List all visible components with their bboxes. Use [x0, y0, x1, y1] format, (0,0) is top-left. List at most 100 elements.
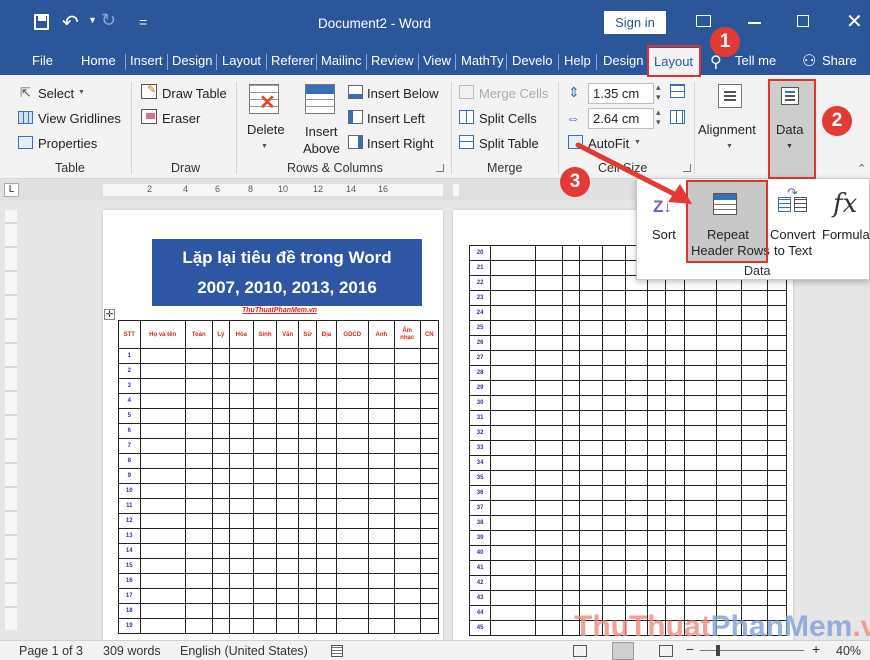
table-cell[interactable] — [683, 410, 717, 426]
table-cell[interactable] — [715, 590, 743, 606]
row-number-cell[interactable]: 21 — [468, 260, 492, 276]
table-cell[interactable] — [252, 393, 278, 409]
table-cell[interactable] — [139, 498, 186, 514]
table-header-cell[interactable]: Sinh — [252, 320, 278, 349]
table-cell[interactable] — [139, 468, 186, 484]
table-cell[interactable] — [664, 290, 685, 306]
table-cell[interactable] — [139, 558, 186, 574]
merge-cells-button[interactable]: Merge Cells — [479, 86, 548, 102]
table-cell[interactable] — [297, 528, 318, 544]
row-number-cell[interactable]: 20 — [468, 245, 492, 261]
table-cell[interactable] — [393, 558, 421, 574]
table-cell[interactable] — [184, 453, 213, 469]
undo-icon[interactable]: ↶ — [62, 10, 79, 35]
table-cell[interactable] — [664, 560, 685, 576]
zoom-level[interactable]: 40% — [836, 644, 861, 658]
table-cell[interactable] — [683, 365, 717, 381]
table-cell[interactable] — [741, 455, 768, 471]
table-cell[interactable] — [252, 573, 278, 589]
table-cell[interactable] — [228, 453, 254, 469]
table-cell[interactable] — [741, 425, 768, 441]
student-table-page-1[interactable]: STT Họ và tên Toán Lý Hóa Sinh Văn Sử Địa GDCD Anh… — [118, 320, 440, 634]
tab-mathtype[interactable]: MathTy — [461, 47, 504, 75]
table-cell[interactable] — [561, 590, 580, 606]
table-cell[interactable] — [646, 590, 666, 606]
table-cell[interactable] — [578, 485, 603, 501]
table-cell[interactable] — [252, 603, 278, 619]
row-number-cell[interactable]: 39 — [468, 530, 492, 546]
table-cell[interactable] — [297, 378, 318, 394]
table-cell[interactable] — [715, 305, 743, 321]
table-cell[interactable] — [367, 423, 395, 439]
row-number-cell[interactable]: 12 — [118, 513, 141, 529]
table-cell[interactable] — [578, 470, 603, 486]
maximize-button[interactable] — [797, 15, 809, 27]
table-cell[interactable] — [664, 425, 685, 441]
table-cell[interactable] — [419, 423, 440, 439]
table-header-cell[interactable]: Âm nhạc — [393, 320, 421, 349]
table-cell[interactable] — [766, 320, 788, 336]
table-cell[interactable] — [534, 305, 563, 321]
table-cell[interactable] — [534, 545, 563, 561]
table-cell[interactable] — [741, 560, 768, 576]
table-cell[interactable] — [601, 560, 627, 576]
row-number-cell[interactable]: 30 — [468, 395, 492, 411]
table-cell[interactable] — [741, 410, 768, 426]
table-cell[interactable] — [335, 528, 369, 544]
table-cell[interactable] — [490, 410, 536, 426]
table-cell[interactable] — [715, 395, 743, 411]
table-cell[interactable] — [561, 410, 580, 426]
table-cell[interactable] — [664, 470, 685, 486]
table-cell[interactable] — [316, 528, 337, 544]
table-cell[interactable] — [664, 350, 685, 366]
table-cell[interactable] — [184, 348, 213, 364]
table-cell[interactable] — [715, 560, 743, 576]
table-cell[interactable] — [578, 530, 603, 546]
row-number-cell[interactable]: 24 — [468, 305, 492, 321]
table-cell[interactable] — [211, 498, 230, 514]
table-cell[interactable] — [184, 543, 213, 559]
table-cell[interactable] — [646, 425, 666, 441]
table-cell[interactable] — [211, 588, 230, 604]
table-cell[interactable] — [139, 483, 186, 499]
table-cell[interactable] — [741, 350, 768, 366]
table-cell[interactable] — [646, 440, 666, 456]
table-cell[interactable] — [741, 470, 768, 486]
table-cell[interactable] — [297, 408, 318, 424]
table-cell[interactable] — [683, 575, 717, 591]
table-cell[interactable] — [252, 528, 278, 544]
table-cell[interactable] — [419, 543, 440, 559]
table-cell[interactable] — [766, 545, 788, 561]
table-cell[interactable] — [534, 275, 563, 291]
table-cell[interactable] — [297, 363, 318, 379]
undo-dropdown-icon[interactable]: ▼ — [88, 15, 97, 25]
table-cell[interactable] — [252, 513, 278, 529]
select-button[interactable]: Select — [38, 86, 74, 102]
minimize-button[interactable] — [748, 22, 761, 24]
row-number-cell[interactable]: 3 — [118, 378, 141, 394]
table-cell[interactable] — [741, 575, 768, 591]
table-cell[interactable] — [316, 603, 337, 619]
table-cell[interactable] — [276, 468, 299, 484]
table-cell[interactable] — [490, 470, 536, 486]
table-cell[interactable] — [766, 365, 788, 381]
table-cell[interactable] — [393, 603, 421, 619]
table-cell[interactable] — [534, 350, 563, 366]
table-cell[interactable] — [297, 423, 318, 439]
table-cell[interactable] — [578, 425, 603, 441]
table-cell[interactable] — [252, 408, 278, 424]
collapse-ribbon-icon[interactable]: ⌃ — [857, 162, 866, 175]
table-cell[interactable] — [184, 573, 213, 589]
table-cell[interactable] — [741, 530, 768, 546]
table-cell[interactable] — [228, 348, 254, 364]
row-number-cell[interactable]: 32 — [468, 425, 492, 441]
table-cell[interactable] — [715, 350, 743, 366]
table-header-cell[interactable]: Anh — [367, 320, 395, 349]
row-number-cell[interactable]: 41 — [468, 560, 492, 576]
table-cell[interactable] — [184, 468, 213, 484]
column-width-input[interactable]: 2.64 cm — [588, 108, 654, 129]
table-cell[interactable] — [578, 560, 603, 576]
table-cell[interactable] — [316, 393, 337, 409]
table-cell[interactable] — [561, 500, 580, 516]
formula-button[interactable]: Formula — [822, 227, 870, 242]
